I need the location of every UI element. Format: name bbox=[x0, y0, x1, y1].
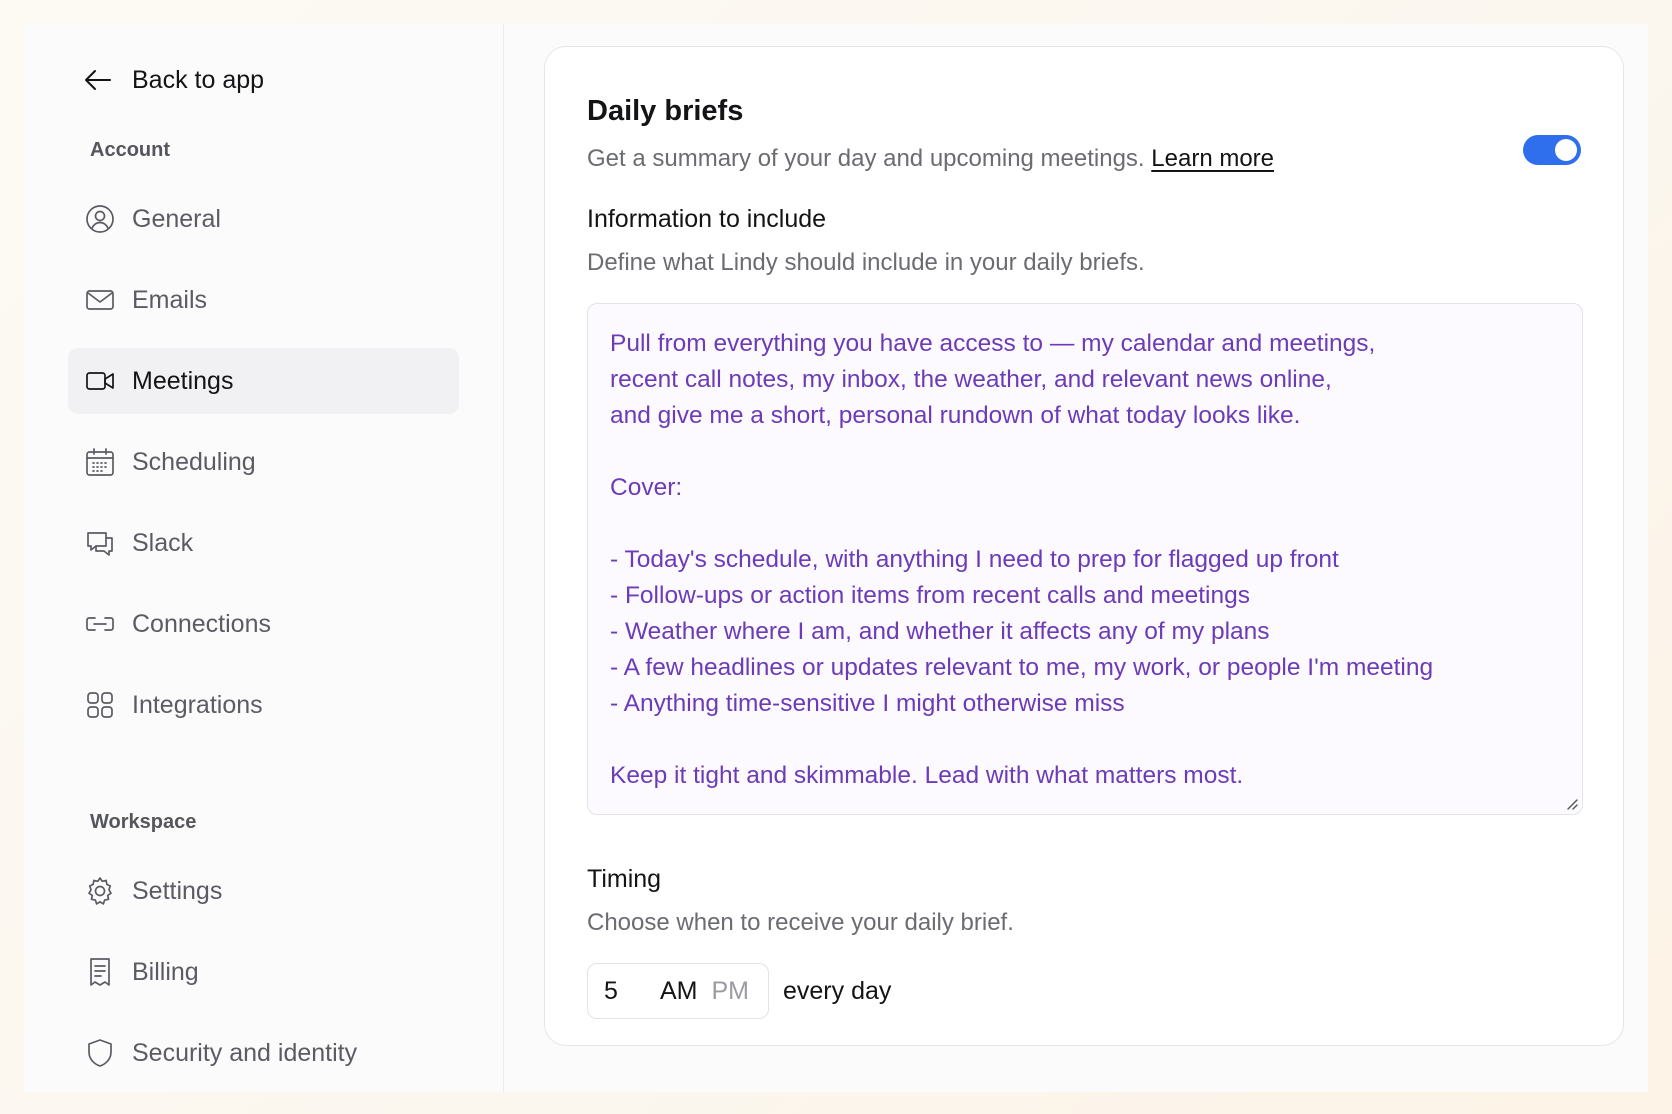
timing-title: Timing bbox=[587, 865, 662, 893]
daily-briefs-title: Daily briefs bbox=[587, 95, 744, 127]
sidebar-item-label: Scheduling bbox=[132, 447, 256, 476]
sidebar-item-label: Security and identity bbox=[132, 1038, 358, 1067]
grid-icon bbox=[87, 692, 113, 718]
daily-briefs-description: Get a summary of your day and upcoming m… bbox=[587, 141, 1581, 177]
sidebar-item-label: Meetings bbox=[132, 366, 234, 395]
user-circle-icon bbox=[86, 205, 114, 233]
arrow-left-icon bbox=[85, 70, 111, 90]
information-title: Information to include bbox=[587, 205, 827, 233]
timing-description: Choose when to receive your daily brief. bbox=[587, 909, 1014, 936]
workspace-section-label: Workspace bbox=[90, 811, 197, 833]
main-content: Daily briefs Get a summary of your day a… bbox=[504, 24, 1648, 1092]
sidebar-item-label: Emails bbox=[132, 285, 208, 314]
back-to-app-link[interactable]: Back to app bbox=[68, 58, 459, 102]
pm-option[interactable]: PM bbox=[712, 977, 750, 1006]
daily-briefs-card: Daily briefs Get a summary of your day a… bbox=[544, 46, 1624, 1046]
toggle-knob bbox=[1555, 139, 1577, 161]
daily-briefs-toggle[interactable] bbox=[1523, 135, 1581, 165]
sidebar-item-label: General bbox=[132, 204, 221, 233]
sidebar: Back to app Account General Emails Meeti… bbox=[24, 24, 504, 1092]
time-row: 5 AM PM every day bbox=[587, 963, 1581, 1019]
settings-window: Back to app Account General Emails Meeti… bbox=[24, 24, 1648, 1092]
calendar-icon bbox=[86, 448, 114, 476]
time-picker: 5 AM PM bbox=[587, 963, 769, 1019]
information-textarea[interactable]: Pull from everything you have access to … bbox=[587, 303, 1583, 815]
video-icon bbox=[86, 372, 114, 390]
account-section-label: Account bbox=[90, 139, 170, 161]
sidebar-item-label: Integrations bbox=[132, 690, 263, 719]
chat-icon bbox=[87, 532, 113, 556]
sidebar-item-billing[interactable]: Billing bbox=[68, 939, 459, 1005]
sidebar-item-connections[interactable]: Connections bbox=[68, 591, 459, 657]
information-description: Define what Lindy should include in your… bbox=[587, 249, 1145, 276]
sidebar-item-label: Slack bbox=[132, 528, 194, 557]
sidebar-item-emails[interactable]: Emails bbox=[68, 267, 459, 333]
link-icon bbox=[86, 617, 114, 631]
sidebar-item-general[interactable]: General bbox=[68, 186, 459, 252]
am-option[interactable]: AM bbox=[660, 977, 698, 1006]
information-text: Pull from everything you have access to … bbox=[610, 330, 1434, 789]
every-day-label: every day bbox=[783, 976, 892, 1005]
sidebar-item-slack[interactable]: Slack bbox=[68, 510, 459, 576]
sidebar-item-security[interactable]: Security and identity bbox=[68, 1020, 459, 1086]
back-to-app-label: Back to app bbox=[132, 65, 265, 94]
sidebar-item-label: Connections bbox=[132, 609, 271, 638]
sidebar-item-label: Settings bbox=[132, 876, 223, 905]
receipt-icon bbox=[90, 958, 110, 986]
sidebar-item-meetings[interactable]: Meetings bbox=[68, 348, 459, 414]
hour-input[interactable]: 5 bbox=[604, 977, 660, 1006]
learn-more-link[interactable]: Learn more bbox=[1151, 145, 1274, 172]
resize-handle-icon[interactable] bbox=[1563, 795, 1579, 811]
description-text: Get a summary of your day and upcoming m… bbox=[587, 145, 1145, 172]
gear-icon bbox=[88, 877, 112, 905]
mail-icon bbox=[86, 290, 114, 310]
sidebar-item-scheduling[interactable]: Scheduling bbox=[68, 429, 459, 495]
sidebar-item-settings[interactable]: Settings bbox=[68, 858, 459, 924]
shield-icon bbox=[88, 1039, 112, 1067]
sidebar-item-label: Billing bbox=[132, 957, 199, 986]
sidebar-item-integrations[interactable]: Integrations bbox=[68, 672, 459, 738]
